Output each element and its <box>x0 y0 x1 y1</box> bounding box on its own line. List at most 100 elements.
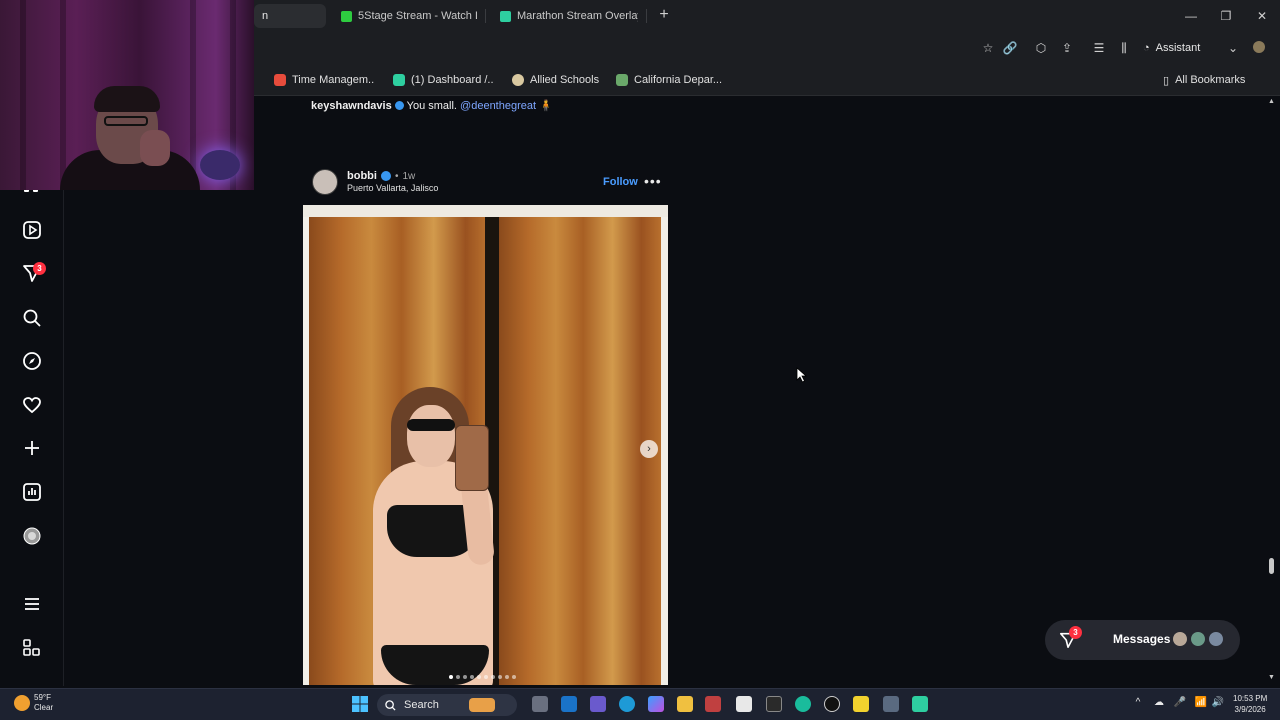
carousel-dot <box>456 675 460 679</box>
messages-button[interactable]: 3 Messages <box>1045 620 1240 660</box>
carousel-dot <box>477 675 481 679</box>
more-options-button[interactable]: ••• <box>644 173 662 189</box>
share-icon[interactable]: ⇪ <box>1059 40 1075 56</box>
scroll-thumb[interactable] <box>1269 558 1274 574</box>
clock-time: 10:53 PM <box>1233 694 1268 703</box>
search-icon[interactable] <box>22 308 42 328</box>
browser-app-icon[interactable] <box>795 696 811 712</box>
stream-app-icon[interactable] <box>912 696 928 712</box>
carousel-dot <box>505 675 509 679</box>
task-view-icon[interactable] <box>532 696 548 712</box>
bookmark-time-management[interactable]: Time Managem.. <box>274 73 374 87</box>
tab-separator <box>485 9 486 23</box>
weather-widget[interactable]: 59°F Clear <box>12 693 72 715</box>
subject-swim-bottom <box>381 645 489 685</box>
assistant-button[interactable]: ◔ Assistant <box>1143 40 1200 56</box>
wood-door-right <box>499 217 661 685</box>
tray-overflow-icon[interactable]: ^ <box>1131 697 1145 708</box>
subject-phone <box>455 425 489 491</box>
bookmark-favicon-icon <box>616 74 628 86</box>
chatgpt-icon[interactable] <box>824 696 840 712</box>
create-icon[interactable] <box>22 438 42 458</box>
verified-icon <box>380 171 391 181</box>
tab-5stage-stream[interactable]: 5Stage Stream - Watch L <box>333 4 486 28</box>
windows-start-icon[interactable] <box>352 696 368 712</box>
audio-icon[interactable]: ⫼ <box>1116 40 1132 56</box>
outlook-icon[interactable] <box>561 696 577 712</box>
more-apps-icon[interactable] <box>22 638 42 658</box>
caption-username[interactable]: keyshawndavis <box>311 100 392 112</box>
volume-icon[interactable]: 🔊 <box>1211 697 1225 708</box>
copilot-icon[interactable] <box>648 696 664 712</box>
subject-sunglasses <box>407 419 455 431</box>
close-window-button[interactable]: ✕ <box>1252 6 1272 26</box>
post-location[interactable]: Puerto Vallarta, Jalisco <box>347 183 438 193</box>
bookmark-folder-icon: ▯ <box>1163 74 1170 87</box>
bookmark-label: California Depar... <box>634 74 723 86</box>
store-icon[interactable] <box>736 696 752 712</box>
carousel-dot <box>470 675 474 679</box>
scroll-down-arrow-icon[interactable]: ▼ <box>1268 674 1275 681</box>
microphone-icon[interactable]: 🎤 <box>1173 697 1187 708</box>
post-photo[interactable]: › <box>303 205 668 685</box>
link-icon[interactable]: 🔗 <box>1002 40 1018 56</box>
mouse-cursor-icon <box>796 367 808 383</box>
post-username[interactable]: bobbi <box>347 170 377 182</box>
weather-condition: Clear <box>34 703 54 712</box>
bookmark-california[interactable]: California Depar... <box>616 73 722 87</box>
app-red-icon[interactable] <box>705 696 721 712</box>
assistant-label: Assistant <box>1155 42 1201 54</box>
heart-icon[interactable] <box>22 395 42 415</box>
carousel-next-button[interactable]: › <box>640 440 658 458</box>
new-tab-button[interactable]: + <box>655 6 673 24</box>
webcam-overlay <box>0 0 254 190</box>
reels-icon[interactable] <box>22 220 42 240</box>
edge-icon[interactable] <box>619 696 635 712</box>
scroll-up-arrow-icon[interactable]: ▲ <box>1268 98 1275 105</box>
sticky-notes-icon[interactable] <box>853 696 869 712</box>
wifi-icon[interactable]: 📶 <box>1194 697 1208 708</box>
tab-label: n <box>262 10 269 22</box>
menu-list-icon[interactable]: ☰ <box>1091 40 1107 56</box>
kick-favicon-icon <box>341 10 352 22</box>
tab-label: Marathon Stream Overlay <box>517 10 638 22</box>
bookmark-allied-schools[interactable]: Allied Schools <box>512 73 599 87</box>
onedrive-icon[interactable]: ☁ <box>1152 697 1166 708</box>
menu-icon[interactable] <box>22 594 42 614</box>
minimize-button[interactable]: — <box>1181 6 1201 26</box>
weather-temp: 59°F <box>34 693 51 702</box>
taskbar-search[interactable]: Search <box>377 694 517 716</box>
weather-sun-icon <box>14 695 30 711</box>
all-bookmarks-button[interactable]: ▯ All Bookmarks <box>1163 73 1245 87</box>
tab-current[interactable]: n <box>254 4 326 28</box>
profile-avatar[interactable] <box>1251 40 1267 56</box>
streamer-glasses <box>104 116 148 126</box>
profile-avatar-icon[interactable] <box>22 526 42 546</box>
bookmark-favicon-icon <box>512 74 524 86</box>
follow-button[interactable]: Follow <box>603 176 638 188</box>
search-icon <box>385 699 396 711</box>
teams-icon[interactable] <box>590 696 606 712</box>
bookmark-label: Time Managem.. <box>292 74 375 86</box>
caption-mention[interactable]: @deenthegreat <box>460 100 536 112</box>
messages-label: Messages <box>1113 632 1171 646</box>
post-author-avatar[interactable] <box>312 169 338 195</box>
calculator-icon[interactable] <box>883 696 899 712</box>
star-icon[interactable]: ☆ <box>980 40 996 56</box>
carousel-dot <box>512 675 516 679</box>
clock-date: 3/9/2026 <box>1234 705 1266 714</box>
explore-icon[interactable] <box>22 351 42 371</box>
maximize-button[interactable]: ❐ <box>1216 6 1236 26</box>
dashboard-icon[interactable] <box>22 482 42 502</box>
chevron-down-icon[interactable]: ⌄ <box>1225 40 1241 56</box>
post-author: bobbi • 1w <box>347 170 415 182</box>
assistant-icon: ◔ <box>1143 42 1150 54</box>
system-clock[interactable]: 10:53 PM 3/9/2026 <box>1233 693 1267 715</box>
file-explorer-icon[interactable] <box>677 696 693 712</box>
app-hex-icon[interactable] <box>766 696 782 712</box>
extensions-icon[interactable]: ⬡ <box>1033 40 1049 56</box>
page-scrollbar[interactable]: ▲ ▼ <box>1266 96 1276 686</box>
caption-text: You small. <box>406 100 457 112</box>
bookmark-dashboard[interactable]: (1) Dashboard /.. <box>393 73 494 87</box>
tab-marathon-overlay[interactable]: Marathon Stream Overlay <box>492 4 647 28</box>
